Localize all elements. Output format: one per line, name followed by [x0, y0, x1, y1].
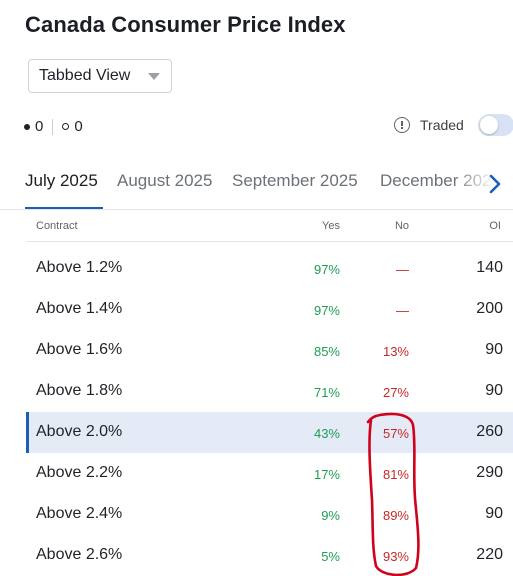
header-contract: Contract [36, 220, 78, 232]
yes-price[interactable]: 43% [314, 426, 340, 441]
open-interest: 140 [476, 259, 503, 276]
open-interest: 90 [485, 382, 503, 399]
traded-filter: Traded [394, 114, 513, 136]
contract-name: Above 2.4% [36, 505, 123, 522]
info-icon[interactable] [394, 117, 410, 133]
contract-name: Above 1.2% [36, 259, 123, 276]
yes-price[interactable]: 71% [314, 385, 340, 400]
filled-count: 0 [35, 118, 44, 135]
contract-name: Above 2.2% [36, 464, 123, 481]
open-interest: 90 [485, 341, 503, 358]
table-row[interactable]: Above 2.2% 17% 81% 290 [26, 453, 513, 494]
open-interest: 200 [476, 300, 503, 317]
traded-toggle[interactable] [477, 114, 513, 136]
no-price[interactable]: 13% [383, 344, 409, 359]
table-row[interactable]: Above 1.8% 71% 27% 90 [26, 371, 513, 412]
no-price[interactable]: — [396, 262, 409, 277]
yes-price[interactable]: 9% [321, 508, 340, 523]
no-price[interactable]: 57% [383, 426, 409, 441]
no-price[interactable]: 81% [383, 467, 409, 482]
contract-name: Above 1.8% [36, 382, 123, 399]
contract-name: Above 1.6% [36, 341, 123, 358]
counter-divider [52, 118, 54, 135]
table-row[interactable]: Above 2.4% 9% 89% 90 [26, 494, 513, 535]
header-yes: Yes [322, 220, 340, 232]
contract-name: Above 1.4% [36, 300, 123, 317]
filled-dot-icon [24, 123, 30, 130]
toggle-knob [479, 116, 498, 134]
header-oi: OI [489, 220, 501, 232]
traded-label: Traded [420, 117, 464, 133]
no-price[interactable]: 89% [383, 508, 409, 523]
chevron-right-icon[interactable] [485, 173, 505, 195]
chevron-down-icon [148, 73, 160, 80]
hollow-count: 0 [74, 118, 83, 135]
tab-july-2025[interactable]: July 2025 [25, 171, 98, 191]
view-mode-dropdown[interactable]: Tabbed View [28, 59, 172, 93]
table-row[interactable]: Above 1.2% 97% — 140 [26, 248, 513, 289]
open-interest: 220 [476, 546, 503, 563]
contract-name: Above 2.0% [36, 423, 123, 440]
open-interest: 290 [476, 464, 503, 481]
yes-price[interactable]: 97% [314, 303, 340, 318]
no-price[interactable]: 93% [383, 549, 409, 564]
view-mode-label: Tabbed View [39, 67, 131, 84]
table-row[interactable]: Above 2.6% 5% 93% 220 [26, 535, 513, 576]
header-no: No [394, 220, 409, 232]
no-price[interactable]: 27% [383, 385, 409, 400]
table-row[interactable]: Above 2.0% 43% 57% 260 [26, 412, 513, 453]
yes-price[interactable]: 5% [321, 549, 340, 564]
hollow-dot-icon [62, 123, 70, 130]
open-interest: 90 [485, 505, 503, 522]
contract-name: Above 2.6% [36, 546, 123, 563]
table-body: Above 1.2% 97% —140 Above 1.4% 97% —200 Above … [26, 242, 513, 576]
no-price[interactable]: — [396, 303, 409, 318]
position-counters: 0 0 [24, 118, 83, 135]
month-tabs: July 2025 August 2025 September 2025 Dec… [0, 160, 513, 210]
page-title: Canada Consumer Price Index [25, 12, 346, 37]
table-header: Contract Yes No OI [26, 210, 513, 242]
yes-price[interactable]: 85% [314, 344, 340, 359]
table-row[interactable]: Above 1.6% 85% 13% 90 [26, 330, 513, 371]
tab-august-2025[interactable]: August 2025 [117, 171, 212, 191]
yes-price[interactable]: 17% [314, 467, 340, 482]
table-row[interactable]: Above 1.4% 97% — 200 [26, 289, 513, 330]
open-interest: 260 [476, 423, 503, 440]
yes-price[interactable]: 97% [314, 262, 340, 277]
contracts-table: Contract Yes No OI Above 1.2% 97% —140 Abov… [26, 210, 513, 576]
tab-september-2025[interactable]: September 2025 [232, 171, 358, 191]
